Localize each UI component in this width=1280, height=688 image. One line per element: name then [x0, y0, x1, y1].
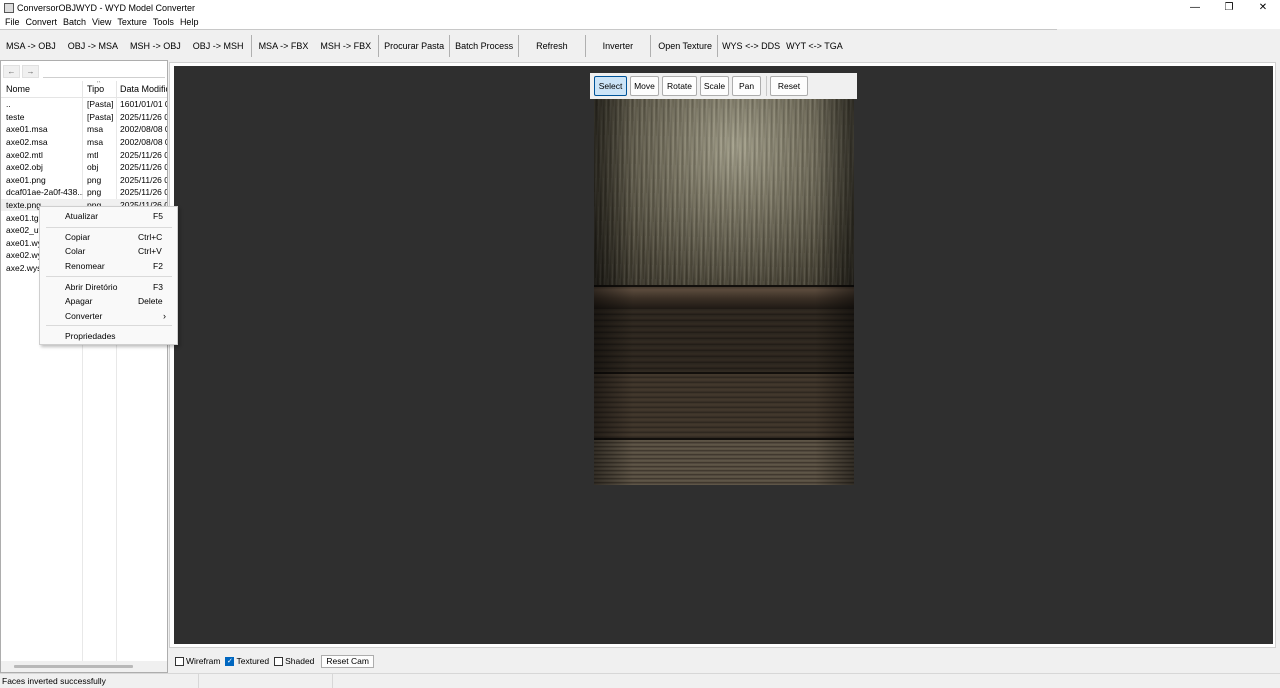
open-texture-button[interactable]: Open Texture: [652, 35, 716, 57]
menu-view[interactable]: View: [89, 17, 114, 27]
forward-button[interactable]: →: [22, 64, 39, 78]
toolbar: MSA -> OBJ OBJ -> MSA MSH -> OBJ OBJ -> …: [0, 34, 1280, 58]
menu-divider: [0, 29, 1057, 30]
path-input[interactable]: [43, 64, 165, 78]
table-row[interactable]: axe02.mtl mtl 2025/11/26 0:: [1, 148, 167, 161]
ctx-delete[interactable]: Apagar Delete: [40, 294, 177, 308]
texture-preview: [594, 99, 854, 485]
horizontal-scrollbar[interactable]: [1, 661, 167, 672]
ctx-properties[interactable]: Propriedades: [40, 329, 177, 343]
checkbox-box[interactable]: [175, 656, 184, 666]
scrollbar-thumb[interactable]: [14, 665, 133, 668]
restore-button[interactable]: ❐: [1212, 0, 1246, 15]
wyt-tga-button[interactable]: WYT <-> TGA: [783, 35, 846, 57]
toolbar-separator: [717, 35, 719, 57]
toolbar-separator: [378, 35, 380, 57]
column-header-name[interactable]: Nome: [1, 81, 83, 97]
menu-bar: File Convert Batch View Texture Tools He…: [0, 15, 1280, 29]
back-button[interactable]: ←: [3, 64, 20, 78]
table-row[interactable]: dcaf01ae-2a0f-438... png 2025/11/26 0:: [1, 186, 167, 199]
menu-batch[interactable]: Batch: [60, 17, 89, 27]
close-button[interactable]: ✕: [1246, 0, 1280, 15]
pan-tool-button[interactable]: Pan: [732, 76, 761, 96]
shaded-checkbox[interactable]: Shaded: [274, 656, 314, 666]
list-header: Nome ^ Tipo Data Modific: [1, 81, 167, 98]
column-header-date[interactable]: Data Modific: [117, 81, 167, 97]
reset-cam-button[interactable]: Reset Cam: [321, 654, 374, 668]
msa-to-fbx-button[interactable]: MSA -> FBX: [253, 35, 315, 57]
app-icon: [4, 2, 14, 13]
toolbar-separator: [650, 35, 652, 57]
table-row[interactable]: ..[Pasta]1601/01/01 00: [1, 98, 167, 111]
obj-to-msh-button[interactable]: OBJ -> MSH: [187, 35, 250, 57]
obj-to-msa-button[interactable]: OBJ -> MSA: [62, 35, 124, 57]
batch-process-button[interactable]: Batch Process: [451, 35, 517, 57]
explorer-nav: ← →: [3, 64, 165, 78]
chevron-right-icon: ›: [163, 311, 166, 321]
column-header-type[interactable]: ^ Tipo: [83, 81, 117, 97]
checkmark-icon[interactable]: ✓: [225, 656, 235, 666]
scale-tool-button[interactable]: Scale: [700, 76, 729, 96]
status-message: Faces inverted successfully: [0, 673, 199, 688]
table-row[interactable]: axe02.msa msa 2002/08/08 0:: [1, 136, 167, 149]
ctx-convert[interactable]: Converter ›: [40, 309, 177, 323]
ctx-paste[interactable]: Colar Ctrl+V: [40, 244, 177, 258]
texture-edge-shade: [594, 99, 854, 485]
refresh-button[interactable]: Refresh: [520, 35, 584, 57]
tool-separator: [766, 76, 767, 96]
toolbar-separator: [518, 35, 520, 57]
msh-to-obj-button[interactable]: MSH -> OBJ: [124, 35, 187, 57]
status-segment: [199, 673, 333, 688]
textured-checkbox[interactable]: ✓ Textured: [225, 656, 269, 666]
rotate-tool-button[interactable]: Rotate: [662, 76, 697, 96]
context-menu: Atualizar F5 Copiar Ctrl+C Colar Ctrl+V Ren…: [39, 206, 178, 345]
ctx-separator: [46, 325, 172, 326]
table-row[interactable]: axe02.obj obj 2025/11/26 0:: [1, 161, 167, 174]
table-row[interactable]: axe01.msa msa 2002/08/08 0:: [1, 123, 167, 136]
msa-to-obj-button[interactable]: MSA -> OBJ: [0, 35, 62, 57]
wys-dds-button[interactable]: WYS <-> DDS: [719, 35, 783, 57]
render-options: Wirefram ✓ Textured Shaded Reset Cam: [175, 654, 374, 668]
window-controls: — ❐ ✕: [1178, 0, 1280, 15]
menu-tools[interactable]: Tools: [150, 17, 177, 27]
window-title: ConversorOBJWYD - WYD Model Converter: [17, 2, 196, 13]
menu-help[interactable]: Help: [177, 17, 202, 27]
file-explorer: ← → Nome ^ Tipo Data Modific .. [Pasta] 160…: [0, 60, 168, 673]
menu-texture[interactable]: Texture: [114, 17, 150, 27]
msh-to-fbx-button[interactable]: MSH -> FBX: [314, 35, 377, 57]
toolbar-separator: [250, 35, 252, 57]
ctx-separator: [46, 276, 172, 277]
table-row[interactable]: teste [Pasta] 2025/11/26 0:: [1, 111, 167, 124]
status-bar: Faces inverted successfully: [0, 673, 1280, 688]
browse-folder-button[interactable]: Procurar Pasta: [380, 35, 448, 57]
menu-file[interactable]: File: [2, 17, 23, 27]
ctx-open-directory[interactable]: Abrir Diretório F3: [40, 280, 177, 294]
toolbar-separator: [449, 35, 451, 57]
ctx-separator: [46, 227, 172, 228]
table-row[interactable]: axe01.png png 2025/11/26 0:: [1, 174, 167, 187]
ctx-refresh[interactable]: Atualizar F5: [40, 209, 177, 223]
move-tool-button[interactable]: Move: [630, 76, 659, 96]
minimize-button[interactable]: —: [1178, 0, 1212, 15]
ctx-copy[interactable]: Copiar Ctrl+C: [40, 230, 177, 244]
wireframe-checkbox[interactable]: Wirefram: [175, 656, 220, 666]
ctx-rename[interactable]: Renomear F2: [40, 259, 177, 273]
viewport-toolbar: Select Move Rotate Scale Pan Reset: [590, 73, 857, 99]
invert-button[interactable]: Inverter: [587, 35, 650, 57]
toolbar-separator: [584, 35, 586, 57]
title-bar: ConversorOBJWYD - WYD Model Converter — …: [0, 0, 1280, 15]
menu-convert[interactable]: Convert: [23, 17, 61, 27]
sort-ascending-icon: ^: [97, 81, 101, 87]
reset-view-button[interactable]: Reset: [770, 76, 808, 96]
checkbox-box[interactable]: [274, 656, 284, 666]
select-tool-button[interactable]: Select: [594, 76, 627, 96]
